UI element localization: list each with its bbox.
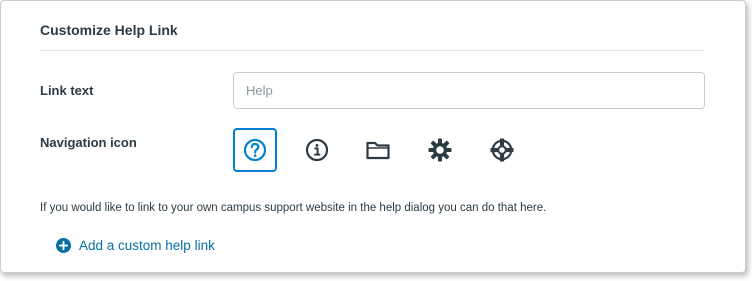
icon-option-lifebuoy[interactable] [480,128,524,172]
icon-option-folder[interactable] [356,128,400,172]
link-text-label: Link text [40,83,94,98]
icon-option-gear[interactable] [418,128,462,172]
customize-help-link-panel: Customize Help Link Link text Navigation… [0,0,746,273]
question-icon [243,138,267,162]
folder-icon [366,141,390,160]
title-divider [40,50,705,51]
icon-option-question[interactable] [233,128,277,172]
plus-circle-icon [56,238,71,253]
add-custom-help-link-button[interactable]: Add a custom help link [56,238,215,253]
info-icon [305,138,329,162]
add-custom-help-link-label: Add a custom help link [79,238,215,253]
navigation-icon-label: Navigation icon [40,135,137,150]
custom-link-info-text: If you would like to link to your own ca… [40,202,547,214]
lifebuoy-icon [490,138,514,162]
section-title: Customize Help Link [40,22,178,38]
icon-option-info[interactable] [295,128,339,172]
gear-icon [428,138,452,162]
link-text-input[interactable] [233,72,705,109]
